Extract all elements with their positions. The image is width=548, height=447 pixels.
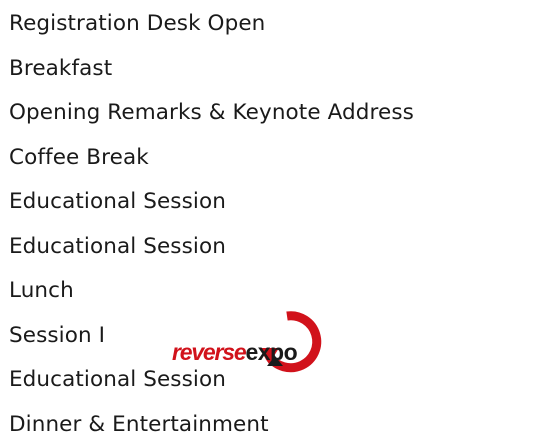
agenda-item-educational-session-1: Educational Session bbox=[9, 180, 545, 225]
agenda-item-coffee-break: Coffee Break bbox=[9, 136, 545, 181]
agenda-item-dinner: Dinner & Entertainment bbox=[9, 403, 545, 447]
agenda-item-registration: Registration Desk Open bbox=[9, 2, 545, 47]
agenda-item-keynote: Opening Remarks & Keynote Address bbox=[9, 91, 545, 136]
agenda-item-educational-session-2: Educational Session bbox=[9, 225, 545, 270]
agenda-item-session-i-label: Session I bbox=[9, 323, 105, 348]
agenda-item-breakfast: Breakfast bbox=[9, 47, 545, 92]
agenda-item-educational-session-3: Educational Session bbox=[9, 358, 545, 403]
agenda-item-session-i: Session I reverseexpo bbox=[9, 314, 545, 359]
agenda-list: Registration Desk Open Breakfast Opening… bbox=[9, 0, 545, 447]
